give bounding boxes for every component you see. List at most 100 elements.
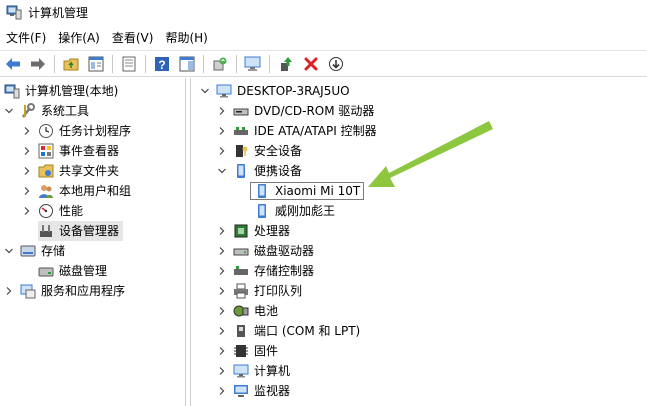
device-root-computer[interactable]: DESKTOP-3RAJ5UO [200, 81, 350, 101]
performance-icon [39, 204, 53, 218]
event-viewer-icon [38, 143, 54, 159]
tree-item-local-users[interactable]: 本地用户和组 [22, 181, 131, 201]
enable-device-button[interactable] [275, 53, 297, 75]
device-category-computer[interactable]: 计算机 [217, 361, 290, 381]
chevron-right-icon[interactable] [217, 306, 227, 316]
chevron-right-icon[interactable] [22, 186, 32, 196]
device-category-firmware[interactable]: 固件 [217, 341, 278, 361]
chevron-right-icon[interactable] [217, 346, 227, 356]
disable-device-button[interactable] [325, 53, 347, 75]
console-tree-button[interactable] [85, 53, 107, 75]
device-category-ports[interactable]: 端口 (COM 和 LPT) [217, 321, 360, 341]
tree-item-services[interactable]: 服务和应用程序 [4, 281, 125, 301]
device-label: 威刚加彪王 [275, 204, 336, 218]
tree-item-event-viewer[interactable]: 事件查看器 [22, 141, 119, 161]
phone-icon [258, 204, 266, 218]
shared-folder-icon [38, 164, 54, 178]
security-device-icon [236, 145, 248, 157]
chevron-right-icon[interactable] [217, 386, 227, 396]
chevron-right-icon[interactable] [22, 146, 32, 156]
device-category-battery[interactable]: 电池 [217, 301, 278, 321]
action-pane-button[interactable] [176, 53, 198, 75]
device-category-disk-drives[interactable]: 磁盘驱动器 [217, 241, 314, 261]
device-category-monitors[interactable]: 监视器 [217, 381, 290, 401]
menu-view[interactable]: 查看(V) [106, 28, 160, 48]
chevron-right-icon[interactable] [22, 166, 32, 176]
up-folder-icon [63, 58, 79, 70]
chevron-down-icon[interactable] [200, 86, 210, 96]
tree-item-system-tools[interactable]: 系统工具 [4, 101, 89, 121]
chevron-right-icon[interactable] [217, 326, 227, 336]
chevron-down-icon[interactable] [4, 106, 14, 116]
device-category-portable[interactable]: 便携设备 [217, 161, 302, 181]
device-label: 计算机 [254, 364, 291, 378]
chevron-right-icon[interactable] [217, 246, 227, 256]
menu-help[interactable]: 帮助(H) [159, 28, 213, 48]
device-label: 监视器 [254, 384, 291, 398]
chevron-right-icon[interactable] [22, 126, 32, 136]
chevron-right-icon[interactable] [217, 286, 227, 296]
tree-label: 设备管理器 [59, 224, 120, 238]
back-button[interactable] [2, 53, 24, 75]
chevron-down-icon[interactable] [217, 166, 227, 176]
device-item-xiaomi[interactable]: Xiaomi Mi 10T [250, 181, 365, 201]
menu-file[interactable]: 文件(F) [0, 28, 52, 48]
tree-label: 性能 [59, 204, 84, 218]
scan-hardware-button[interactable] [242, 53, 264, 75]
device-label: Xiaomi Mi 10T [275, 184, 361, 198]
svg-text:?: ? [158, 58, 165, 72]
menu-action[interactable]: 操作(A) [52, 28, 106, 48]
chevron-right-icon[interactable] [217, 126, 227, 136]
disable-device-icon [329, 56, 343, 71]
toolbar-separator [236, 54, 237, 73]
up-folder-button[interactable] [60, 53, 82, 75]
chevron-right-icon[interactable] [217, 266, 227, 276]
firmware-icon [234, 345, 248, 357]
update-driver-button[interactable] [209, 53, 231, 75]
toolbar: ? [0, 50, 647, 77]
tree-item-shared-folders[interactable]: 共享文件夹 [22, 161, 119, 181]
toolbar-separator [269, 54, 270, 73]
device-label: 固件 [254, 344, 279, 358]
uninstall-device-button[interactable] [300, 53, 322, 75]
clock-icon [39, 124, 53, 138]
properties-button[interactable] [118, 53, 140, 75]
tree-item-performance[interactable]: 性能 [22, 201, 83, 221]
tree-item-computer-management[interactable]: 计算机管理(本地) [4, 81, 118, 101]
tree-label: 磁盘管理 [59, 264, 108, 278]
tree-item-storage[interactable]: 存储 [4, 241, 65, 261]
chevron-right-icon[interactable] [22, 206, 32, 216]
device-category-dvd[interactable]: DVD/CD-ROM 驱动器 [217, 101, 374, 121]
tree-label: 服务和应用程序 [41, 284, 126, 298]
device-category-print-queue[interactable]: 打印队列 [217, 281, 302, 301]
chevron-right-icon[interactable] [217, 366, 227, 376]
update-driver-icon [213, 57, 227, 70]
toolbar-separator [203, 54, 204, 73]
ide-controller-icon [234, 127, 248, 135]
tree-item-disk-management[interactable]: 磁盘管理 [38, 261, 107, 281]
show-hide-console-tree-icon [88, 56, 104, 71]
forward-button[interactable] [27, 53, 49, 75]
device-category-storage-controllers[interactable]: 存储控制器 [217, 261, 314, 281]
battery-icon [233, 305, 249, 317]
pane-divider [190, 78, 191, 406]
help-button[interactable]: ? [151, 53, 173, 75]
tree-label: 共享文件夹 [59, 164, 120, 178]
device-category-processor[interactable]: 处理器 [217, 221, 290, 241]
device-item-adata[interactable]: 威刚加彪王 [254, 201, 335, 221]
chevron-right-icon[interactable] [217, 226, 227, 236]
selected-device-box[interactable]: Xiaomi Mi 10T [250, 182, 365, 200]
tree-item-task-scheduler[interactable]: 任务计划程序 [22, 121, 131, 141]
tree-label: 事件查看器 [59, 144, 120, 158]
tree-item-device-manager[interactable]: 设备管理器 [38, 221, 124, 241]
device-category-ide[interactable]: IDE ATA/ATAPI 控制器 [217, 121, 377, 141]
device-label: 端口 (COM 和 LPT) [254, 324, 361, 338]
device-category-security[interactable]: 安全设备 [217, 141, 302, 161]
enable-device-icon [281, 56, 292, 71]
toolbar-separator [112, 54, 113, 73]
device-label: 安全设备 [254, 144, 303, 158]
chevron-down-icon[interactable] [4, 246, 14, 256]
chevron-right-icon[interactable] [4, 286, 14, 296]
chevron-right-icon[interactable] [217, 146, 227, 156]
chevron-right-icon[interactable] [217, 106, 227, 116]
